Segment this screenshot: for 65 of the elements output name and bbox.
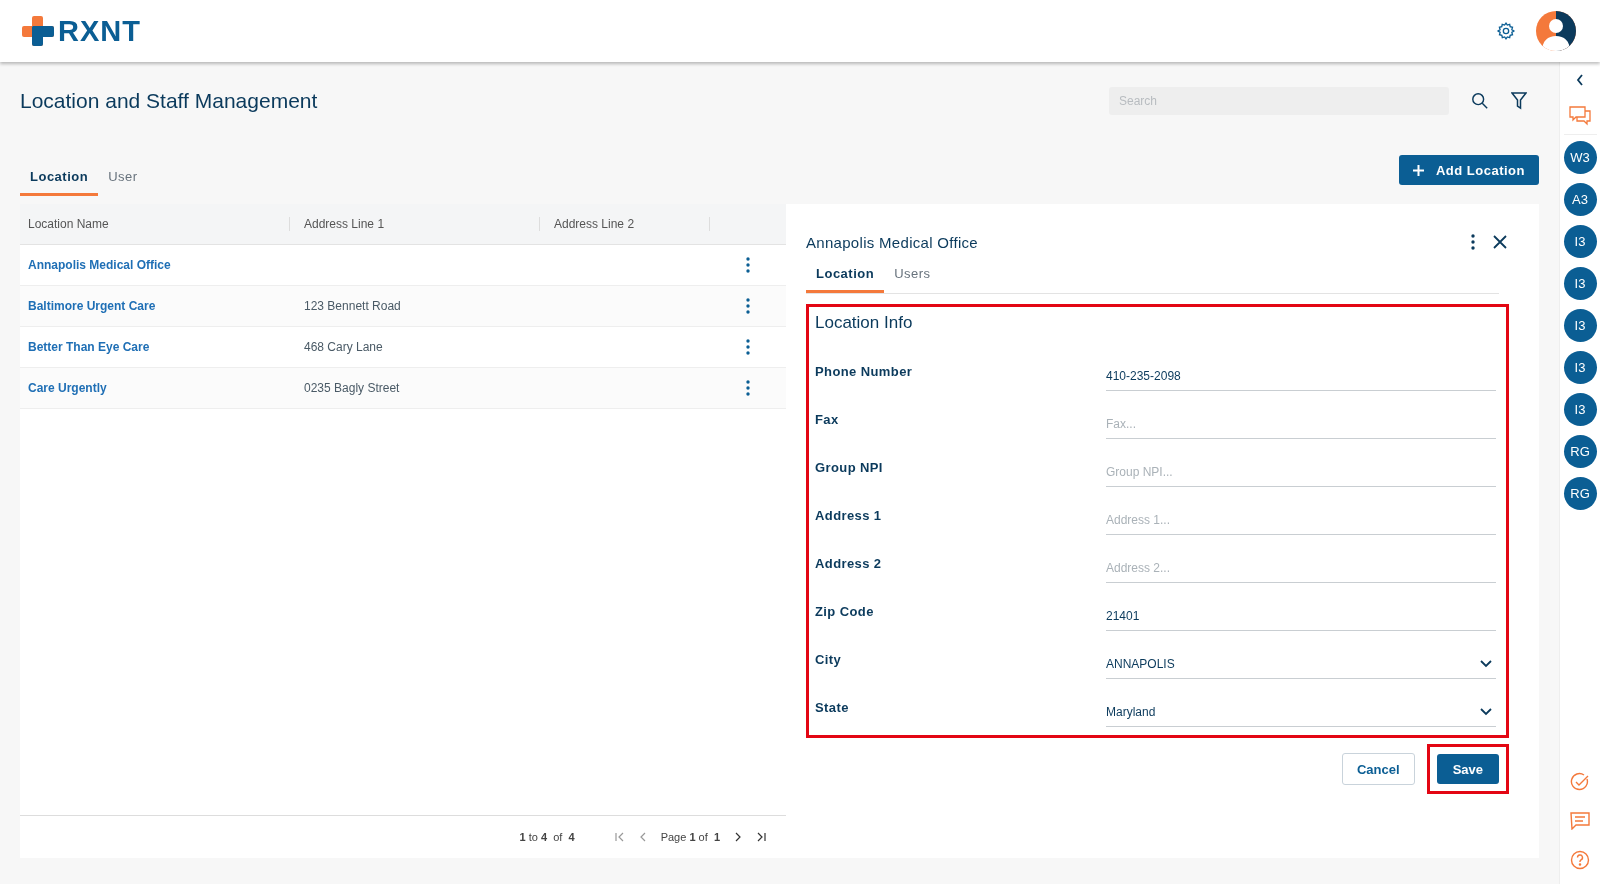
cancel-button[interactable]: Cancel [1342,753,1415,785]
more-options-icon[interactable] [746,380,750,396]
collapse-chevron-icon[interactable] [1576,74,1584,86]
user-avatar[interactable]: RG [1563,435,1597,468]
row-count: 1 to 4 of 4 [519,831,575,843]
user-avatar[interactable]: I3 [1563,309,1597,342]
next-page-icon[interactable] [734,832,742,842]
last-page-icon[interactable] [756,832,766,842]
plus-icon [1412,164,1424,176]
user-avatar[interactable]: I3 [1563,225,1597,258]
chevron-down-icon [1480,659,1492,668]
column-header: Address Line 2 [540,217,710,231]
search-icon[interactable] [1471,92,1489,110]
help-icon[interactable] [1570,850,1590,870]
detail-title: Annapolis Medical Office [806,233,978,251]
field-label: Zip Code [815,604,875,621]
chat-icon[interactable] [1569,106,1591,126]
first-page-icon[interactable] [614,832,625,842]
tab[interactable]: Users [884,260,941,293]
logo-text: RXNT [58,14,141,48]
user-avatar[interactable]: I3 [1563,267,1597,300]
column-header: Address Line 1 [290,217,540,231]
table-cell: 468 Cary Lane [304,340,383,354]
dropdown-field[interactable]: Maryland [1106,697,1496,727]
field-label: Group NPI [815,460,884,477]
message-icon[interactable] [1570,812,1590,830]
close-icon[interactable] [1493,235,1507,249]
save-button[interactable]: Save [1436,754,1499,784]
location-link[interactable]: Annapolis Medical Office [28,258,171,272]
section-title: Location Info [815,313,914,333]
user-avatar[interactable]: RG [1563,477,1597,510]
tab[interactable]: Location [20,163,99,196]
location-link[interactable]: Better Than Eye Care [28,340,150,354]
field-label: Phone Number [815,364,914,381]
location-link[interactable]: Baltimore Urgent Care [28,299,156,313]
more-options-icon[interactable] [1471,234,1475,250]
more-options-icon[interactable] [746,339,750,355]
field-label: City [815,652,843,669]
user-avatar[interactable]: I3 [1563,393,1597,426]
check-circle-icon[interactable] [1570,772,1590,792]
user-avatar[interactable]: I3 [1563,351,1597,384]
filter-icon[interactable] [1511,92,1527,110]
field-label: Address 2 [815,556,883,573]
user-avatar[interactable]: A3 [1563,183,1597,216]
settings-icon[interactable] [1496,21,1516,41]
field-label: State [815,700,850,717]
user-avatar-icon[interactable] [1536,11,1576,51]
field-label: Address 1 [815,508,883,525]
chevron-down-icon [1480,707,1492,716]
previous-page-icon[interactable] [638,832,647,842]
more-options-icon[interactable] [746,298,750,314]
dropdown-field[interactable]: ANNAPOLIS [1106,649,1496,679]
field-label: Fax [815,412,840,429]
location-link[interactable]: Care Urgently [28,381,107,395]
table-cell: 0235 Bagly Street [304,381,400,395]
tab[interactable]: User [98,163,148,196]
page-indicator: Page 1 of 1 [660,831,720,843]
tab[interactable]: Location [806,260,885,293]
more-options-icon[interactable] [746,257,750,273]
add-location-button[interactable]: Add Location [1398,155,1539,185]
page-title: Location and Staff Management [20,89,318,113]
cross-logo-icon [22,16,54,46]
column-header: Location Name [20,217,290,231]
user-avatar[interactable]: W3 [1563,141,1597,174]
table-cell: 123 Bennett Road [304,299,401,313]
